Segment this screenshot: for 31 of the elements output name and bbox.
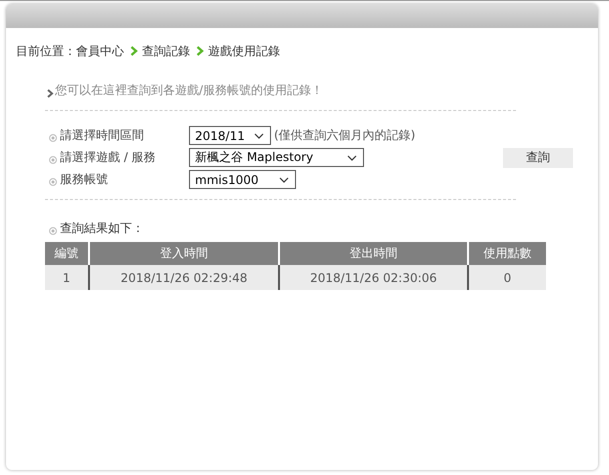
column-header: 登入時間 — [89, 242, 279, 265]
table-cell: 0 — [468, 265, 546, 290]
chevron-icon — [47, 89, 54, 98]
chevron-down-icon — [347, 154, 357, 160]
column-header: 登出時間 — [279, 242, 468, 265]
bullet-icon — [49, 178, 57, 186]
bullet-icon — [49, 134, 57, 142]
chevron-down-icon — [254, 132, 264, 138]
field-note: (僅供查詢六個月內的記錄) — [274, 127, 416, 144]
breadcrumb-text: 目前位置：會員中心 — [16, 42, 124, 60]
field-label: 服務帳號 — [60, 171, 109, 188]
field-label: 請選擇遊戲 / 服務 — [60, 149, 157, 166]
breadcrumb-link[interactable]: 遊戲使用記錄 — [208, 42, 280, 60]
field-label: 請選擇時間區間 — [60, 127, 145, 144]
results-title: 查詢結果如下： — [60, 220, 144, 237]
column-header: 使用點數 — [468, 242, 546, 265]
chevron-icon — [130, 46, 138, 56]
bullet-icon — [49, 227, 57, 235]
query-button[interactable]: 查詢 — [503, 148, 573, 168]
column-header: 編號 — [45, 242, 89, 265]
bullet-icon — [49, 156, 57, 164]
table-cell: 2018/11/26 02:29:48 — [89, 265, 279, 290]
intro-text: 您可以在這裡查詢到各遊戲/服務帳號的使用記錄！ — [55, 82, 324, 99]
table-cell: 2018/11/26 02:30:06 — [279, 265, 468, 290]
chevron-down-icon — [279, 176, 289, 182]
table-cell: 1 — [45, 265, 89, 290]
dropdown[interactable]: 2018/11 — [189, 126, 271, 145]
dropdown[interactable]: mmis1000 — [189, 170, 296, 189]
chevron-icon — [196, 46, 204, 56]
dropdown[interactable]: 新楓之谷 Maplestory — [189, 148, 364, 167]
breadcrumb-link[interactable]: 查詢記錄 — [142, 42, 190, 60]
